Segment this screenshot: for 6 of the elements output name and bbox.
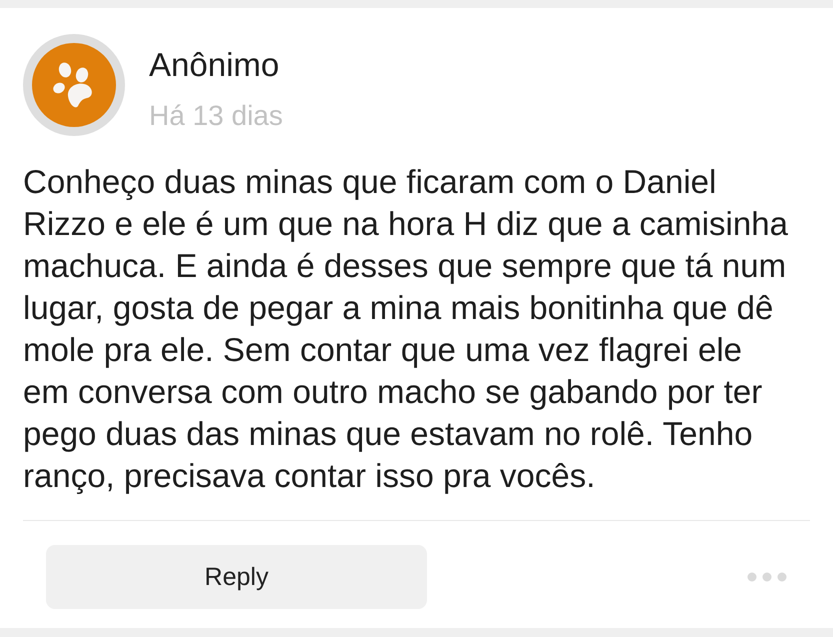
author-name: Anônimo [149, 45, 280, 85]
post-time: Há 13 dias [149, 99, 283, 133]
post-text: Conheço duas minas que ficaram com o Daniel Rizzo e ele é um que na hora H diz que a camisinha machuca. E ainda é desses que sempre que tá num lugar, gosta de pegar a mina mais bonitinha que dê mole pra ele. Sem contar que uma vez flagrei ele em conversa com outro macho se gabando por ter pego duas das minas que estavam no rolê. Tenho ranço, precisava contar isso pra vocês. [23, 162, 789, 496]
more-icon[interactable] [747, 572, 787, 582]
reply-button[interactable]: Reply [46, 545, 427, 609]
paw-avatar-icon [23, 34, 125, 136]
